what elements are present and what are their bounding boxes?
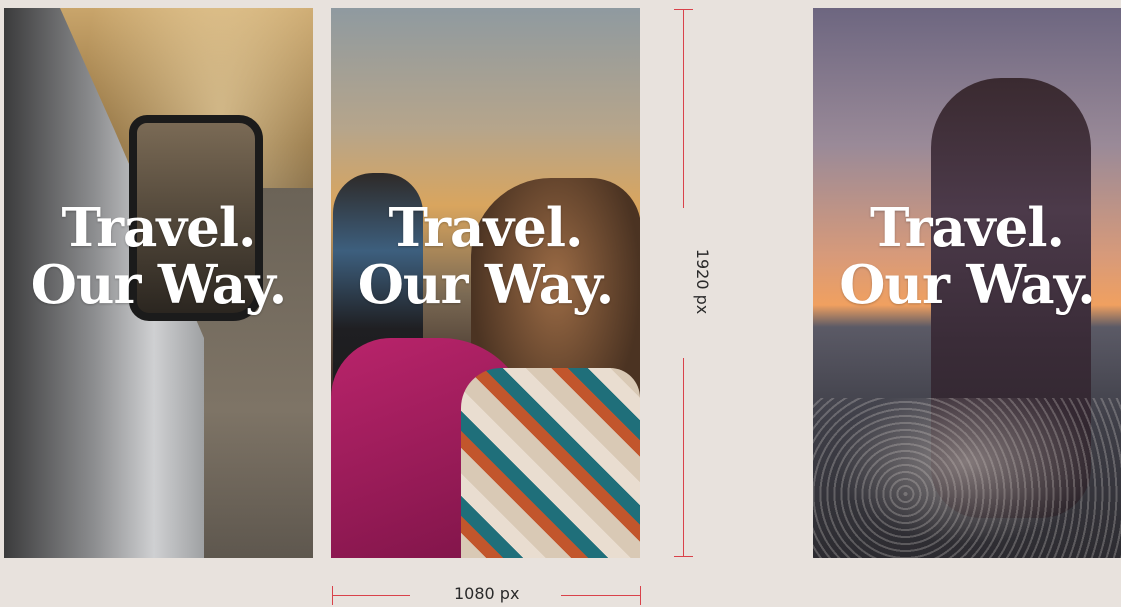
story-panel-beach-splash: Travel. Our Way. <box>813 8 1121 558</box>
height-guide-line-bottom <box>683 358 684 556</box>
width-guide-right-tick <box>640 586 641 605</box>
headline: Travel. Our Way. <box>331 200 640 314</box>
headline-line-2: Our Way. <box>30 254 288 316</box>
headline-line-1: Travel. <box>388 197 584 259</box>
width-guide-line-left <box>332 595 410 596</box>
height-guide-line-top <box>683 9 684 208</box>
height-dimension-label: 1920 px <box>693 248 713 315</box>
height-guide-bottom-tick <box>674 556 693 557</box>
water-splash-photo-area <box>813 398 1121 558</box>
headline-line-2: Our Way. <box>357 254 615 316</box>
width-dimension-label: 1080 px <box>454 584 520 603</box>
story-panel-car-mirror: Travel. Our Way. <box>4 8 313 558</box>
story-panel-hikers: Travel. Our Way. <box>331 8 640 558</box>
headline: Travel. Our Way. <box>813 200 1121 314</box>
width-guide-line-right <box>561 595 640 596</box>
headline: Travel. Our Way. <box>4 200 313 314</box>
headline-line-2: Our Way. <box>839 254 1096 316</box>
headline-line-1: Travel. <box>870 197 1065 259</box>
blanket-photo-area <box>461 368 640 558</box>
headline-line-1: Travel. <box>61 197 257 259</box>
